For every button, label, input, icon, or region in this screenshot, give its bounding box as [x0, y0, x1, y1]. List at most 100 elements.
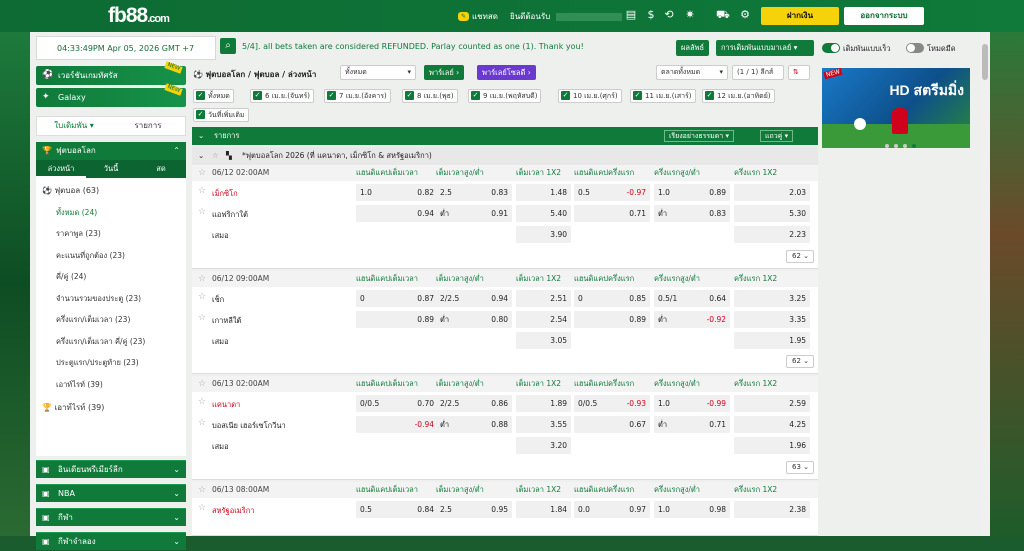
list-item[interactable]: ทั้งหมด (24)	[56, 207, 97, 219]
date-filter-more[interactable]: ✓ วันที่เพิ่มเติม	[193, 108, 249, 122]
live-chat-link[interactable]: ✎ แชทสด	[458, 10, 498, 23]
odds-cell[interactable]: ต่ำ -0.92	[654, 311, 730, 328]
parlay-button[interactable]: พาร์เลย์ ›	[424, 65, 465, 80]
odds-cell[interactable]: 0/0.5 0.70	[356, 395, 438, 412]
league-page-indicator[interactable]: (1 / 1) ลีกส์	[732, 65, 784, 80]
currency-icon[interactable]: $	[645, 9, 657, 21]
view-select[interactable]: แถวคู่ ▾	[760, 130, 794, 142]
tab-early[interactable]: ล่วงหน้า	[36, 160, 86, 178]
odds-cell[interactable]: 1.0 0.89	[654, 184, 730, 201]
quick-bet-toggle[interactable]	[822, 43, 840, 53]
filter-select[interactable]: ทั้งหมด ▾	[340, 65, 416, 80]
list-item[interactable]: ราคาพูล (23)	[56, 228, 101, 240]
list-item[interactable]: ครึ่งแรก/เต็มเวลา คี่/คู่ (23)	[56, 336, 145, 348]
odds-cell[interactable]: 0.5/1 0.64	[654, 290, 730, 307]
odds-cell[interactable]: 1.48	[516, 184, 571, 201]
odds-cell[interactable]: 2.5 0.95	[436, 501, 512, 518]
sort-select[interactable]: เรียงอย่างธรรมดา ▾	[664, 130, 734, 142]
odds-cell[interactable]: 5.30	[734, 205, 810, 222]
odds-cell[interactable]: 2.23	[734, 226, 810, 243]
star-icon[interactable]: ☆	[198, 271, 206, 287]
tab-today[interactable]: วันนี้	[86, 160, 136, 178]
odds-cell[interactable]: 0.5 -0.97	[574, 184, 650, 201]
section-nba[interactable]: ▣ NBA ⌄	[36, 484, 186, 502]
odds-cell[interactable]: 2.54	[516, 311, 571, 328]
hd-streaming-banner[interactable]: HD สตรีมมิ่ง NEW	[822, 68, 970, 148]
star-icon[interactable]: ☆	[198, 482, 206, 498]
section-ipl[interactable]: ▣ อินเดียนพรีเมียร์ลีก ⌄	[36, 460, 186, 478]
odds-cell[interactable]: 1.89	[516, 395, 571, 412]
tab-betslip[interactable]: ใบเดิมพัน ▾	[37, 117, 111, 135]
odds-cell[interactable]: 0.0 0.97	[574, 501, 650, 518]
star-icon[interactable]: ☆	[198, 292, 206, 302]
odds-cell[interactable]: 2/2.5 0.86	[436, 395, 512, 412]
list-item[interactable]: เอาท์ไรท์ (39)	[56, 379, 103, 391]
odds-cell[interactable]: 0.94	[356, 205, 438, 222]
date-filter-7apr[interactable]: ✓ 7 เม.ย.(อังคาร)	[324, 89, 391, 103]
star-icon[interactable]: ☆	[198, 503, 206, 513]
section-sports[interactable]: ▣ กีฬา ⌄	[36, 508, 186, 526]
star-icon[interactable]: ☆	[198, 376, 206, 392]
refresh-icon[interactable]: ⟲	[663, 9, 675, 21]
odds-cell[interactable]: 0/0.5 -0.93	[574, 395, 650, 412]
virtual-sports-button[interactable]: ⚽ เวอร์ชันเกมทัศรัส NEW	[36, 61, 186, 85]
league-header[interactable]: ⌄ ☆ ▚ *ฟุตบอลโลก 2026 (ที่ แคนาดา, เม็กซ…	[192, 147, 818, 165]
odds-cell[interactable]: 3.35	[734, 311, 810, 328]
list-item[interactable]: ครึ่งแรก/เต็มเวลา (23)	[56, 314, 130, 326]
odds-cell[interactable]: 3.05	[516, 332, 571, 349]
cart-icon[interactable]: ⛟	[716, 9, 730, 21]
odds-cell[interactable]: 1.95	[734, 332, 810, 349]
star-icon[interactable]: ☆	[198, 207, 206, 217]
odds-cell[interactable]: 2.59	[734, 395, 810, 412]
date-filter-8apr[interactable]: ✓ 8 เม.ย.(พุธ)	[402, 89, 458, 103]
odds-cell[interactable]: 1.84	[516, 501, 571, 518]
odds-cell[interactable]: 1.96	[734, 437, 810, 454]
logout-button[interactable]: ออกจากระบบ	[844, 7, 924, 25]
odds-cell[interactable]: 0.89	[356, 311, 438, 328]
odds-cell[interactable]: 2.51	[516, 290, 571, 307]
sport-outright[interactable]: 🏆 เอาท์ไรท์ (39)	[42, 401, 104, 414]
chevron-down-icon[interactable]: ⌄	[198, 127, 204, 145]
date-filter-9apr[interactable]: ✓ 9 เม.ย.(พฤหัสบดี)	[468, 89, 542, 103]
odds-cell[interactable]: 1.0 0.82	[356, 184, 438, 201]
odds-cell[interactable]: ต่ำ 0.83	[654, 205, 730, 222]
odds-cell[interactable]: 3.20	[516, 437, 571, 454]
more-markets-button[interactable]: 62 ⌄	[786, 355, 814, 368]
odds-cell[interactable]: 3.25	[734, 290, 810, 307]
odds-cell[interactable]: ต่ำ 0.80	[436, 311, 512, 328]
odds-cell[interactable]: ต่ำ 0.88	[436, 416, 512, 433]
tab-live[interactable]: สด	[136, 160, 186, 178]
sort-arrows-icon[interactable]: ⇅	[788, 65, 810, 80]
list-item[interactable]: คี่/คู่ (24)	[56, 271, 86, 283]
odds-cell[interactable]: ต่ำ 0.91	[436, 205, 512, 222]
odds-cell[interactable]: 0 0.87	[356, 290, 438, 307]
date-filter-all[interactable]: ✓ ทั้งหมด	[193, 89, 234, 103]
odds-cell[interactable]: 2.38	[734, 501, 810, 518]
odds-cell[interactable]: 0.5 0.84	[356, 501, 438, 518]
odds-cell[interactable]: 2.5 0.83	[436, 184, 512, 201]
odds-cell[interactable]: 0.67	[574, 416, 650, 433]
banner-pager[interactable]	[885, 144, 916, 148]
odds-cell[interactable]: 2.03	[734, 184, 810, 201]
fb88-logo[interactable]: fb88.com	[108, 4, 170, 28]
document-icon[interactable]: ▤	[625, 9, 637, 21]
list-item[interactable]: คะแนนที่ถูกต้อง (23)	[56, 250, 125, 262]
odds-cell[interactable]: 2/2.5 0.94	[436, 290, 512, 307]
promo-icon[interactable]: ✷	[682, 9, 698, 21]
search-icon[interactable]: ⌕	[220, 38, 236, 54]
special-parlay-button[interactable]: พาร์เลย์โซลดี ›	[477, 65, 536, 80]
odds-cell[interactable]: 0.71	[574, 205, 650, 222]
star-icon[interactable]: ☆	[198, 165, 206, 181]
odds-cell[interactable]: 4.25	[734, 416, 810, 433]
deposit-button[interactable]: ฝากเงิน	[761, 7, 839, 25]
odds-cell[interactable]: 1.0 0.98	[654, 501, 730, 518]
odds-cell[interactable]: 0 0.85	[574, 290, 650, 307]
date-filter-6apr[interactable]: ✓ 6 เม.ย.(จันทร์)	[250, 89, 314, 103]
star-icon[interactable]: ☆	[212, 147, 219, 165]
odds-cell[interactable]: 3.55	[516, 416, 571, 433]
odds-cell[interactable]: -0.94	[356, 416, 438, 433]
galaxy-button[interactable]: ✦ Galaxy NEW	[36, 83, 186, 107]
tab-list[interactable]: รายการ	[111, 117, 185, 135]
date-filter-11apr[interactable]: ✓ 11 เม.ย.(เสาร์)	[630, 89, 696, 103]
date-filter-12apr[interactable]: ✓ 12 เม.ย.(อาทิตย์)	[702, 89, 775, 103]
